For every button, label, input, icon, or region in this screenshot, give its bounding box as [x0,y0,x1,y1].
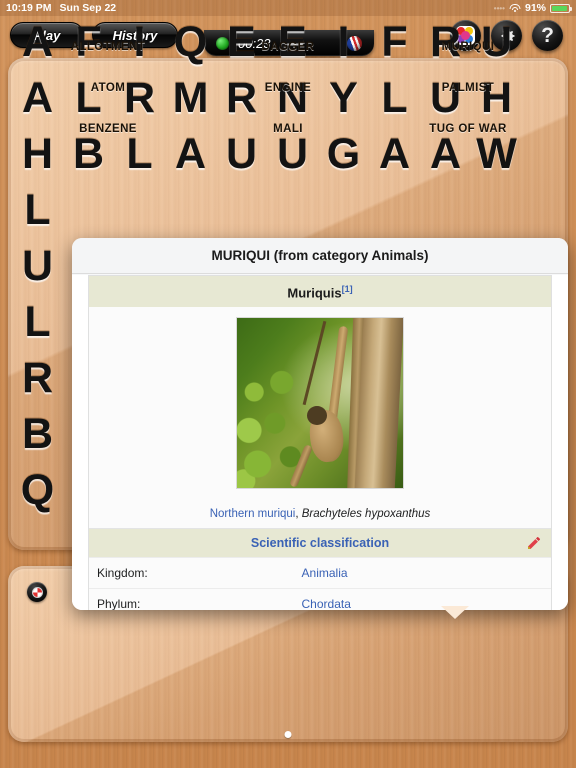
table-row: Kingdom: Animalia [89,557,551,589]
classification-value: Chordata [302,589,351,610]
word-list-item[interactable]: ENGINE [265,82,312,94]
infobox-heading-text: Muriquis [287,285,342,301]
shuffle-button[interactable] [27,582,47,602]
classification-key: Kingdom: [97,566,148,581]
word-list-item[interactable]: DAGGER [262,41,315,53]
word-list-item[interactable]: ALLOTMENT [71,41,146,53]
infobox-reference-link[interactable]: [1] [342,284,353,294]
infobox-heading: Muriquis[1] [89,275,551,308]
muriqui-photo [236,317,404,490]
word-list-item[interactable]: MURIQUI [442,41,495,53]
scientific-classification-header: Scientific classification [89,529,551,558]
word-list-item[interactable]: PALMIST [442,82,494,94]
page-indicator-dot[interactable] [284,731,292,738]
infobox-image-wrap [89,307,551,503]
tree-trunk [354,318,403,489]
popup-pointer-arrow [441,606,469,619]
edit-pencil-icon[interactable] [526,535,542,551]
popup-body: Muriquis[1] Northern muriqui, Brachytele… [72,275,568,610]
classification-key: Phylum: [97,597,141,610]
classification-value-link[interactable]: Animalia [302,566,348,580]
classification-value: Animalia [302,558,348,588]
classification-value-link[interactable]: Chordata [302,597,351,610]
scientific-classification-label: Scientific classification [250,536,390,551]
word-list-item[interactable]: MALI [273,123,303,135]
infobox: Muriquis[1] Northern muriqui, Brachytele… [88,275,552,610]
word-list-item[interactable]: BENZENE [79,123,137,135]
table-row: Phylum: Chordata [89,588,551,610]
word-list-item[interactable]: ATOM [91,82,125,94]
shuffle-ball-icon [31,586,43,598]
monkey-head [306,406,327,426]
word-list-item[interactable]: TUG OF WAR [429,123,506,135]
caption-binomial-name: Brachyteles hypoxanthus [301,508,431,521]
info-popup: MURIQUI (from category Animals) Muriquis… [72,238,568,610]
caption-link[interactable]: Northern muriqui [210,508,296,520]
infobox-caption: Northern muriqui, Brachyteles hypoxanthu… [89,502,551,530]
popup-title: MURIQUI (from category Animals) [72,238,568,274]
